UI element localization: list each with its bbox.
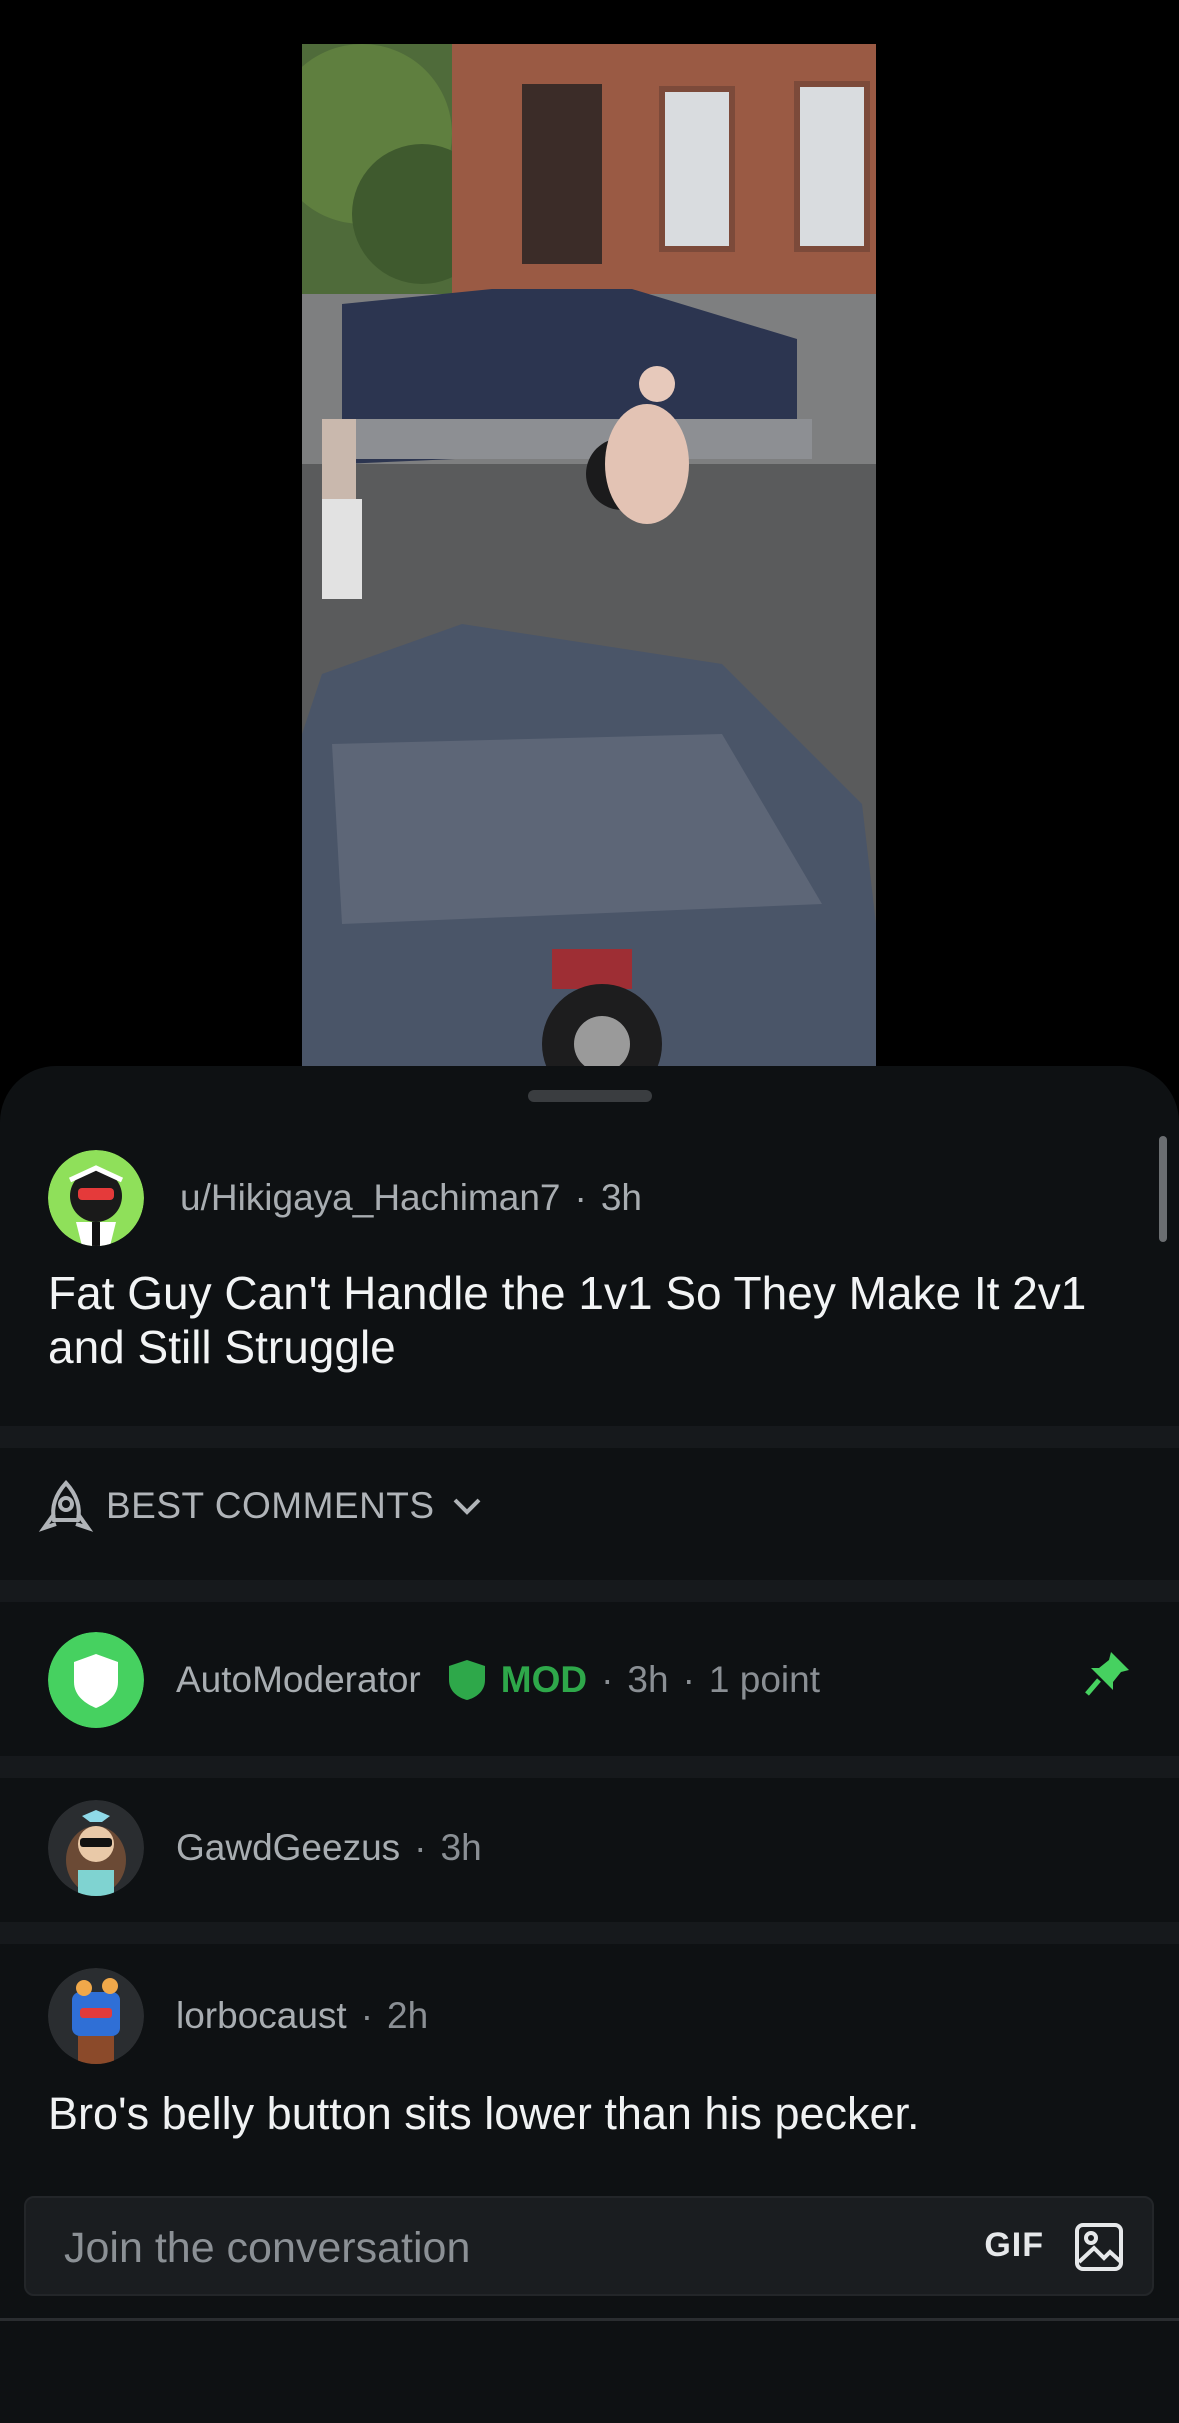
sheet-drag-handle[interactable] — [528, 1090, 652, 1102]
scrollbar[interactable] — [1159, 1136, 1167, 1242]
comment-time: 3h — [627, 1659, 669, 1700]
pin-icon[interactable] — [1085, 1650, 1131, 1696]
section-divider — [0, 1426, 1179, 1448]
separator-dot: · — [414, 1827, 427, 1868]
lorbocaust-avatar[interactable] — [48, 1968, 144, 2064]
comment-author[interactable]: AutoModerator — [176, 1659, 421, 1701]
comment-time: 2h — [387, 1995, 429, 2036]
post-title: Fat Guy Can't Handle the 1v1 So They Mak… — [48, 1267, 1087, 1373]
mod-badge-label: MOD — [500, 1659, 588, 1700]
bottom-divider — [0, 2318, 1179, 2321]
gif-button[interactable]: GIF — [984, 2226, 1044, 2265]
sort-label: BEST COMMENTS — [106, 1485, 435, 1526]
rocket-icon — [38, 1480, 94, 1532]
separator-dot: · — [574, 1177, 587, 1218]
comment-author[interactable]: GawdGeezus — [176, 1827, 400, 1869]
separator-dot: · — [360, 1995, 374, 2036]
comment-points: 1 point — [708, 1659, 820, 1700]
comment-time: 3h — [440, 1827, 482, 1868]
composer-placeholder[interactable]: Join the conversation — [64, 2224, 470, 2273]
post-author-avatar[interactable] — [48, 1150, 144, 1246]
video-player[interactable] — [302, 44, 876, 1066]
comment-header-gawdgeezus[interactable]: GawdGeezus · 3h — [48, 1800, 482, 1896]
post-time: 3h — [600, 1177, 642, 1218]
separator-dot: · — [601, 1659, 614, 1700]
automoderator-avatar[interactable] — [48, 1632, 144, 1728]
shield-icon — [448, 1660, 485, 1700]
image-icon[interactable] — [1074, 2222, 1124, 2272]
post-username[interactable]: u/Hikigaya_Hachiman7 — [180, 1177, 560, 1219]
section-divider — [0, 1922, 1179, 1944]
section-divider — [0, 1756, 1179, 1778]
comment-header-automoderator[interactable]: AutoModerator MOD · 3h · 1 point — [48, 1632, 820, 1728]
comment-body: Bro's belly button sits lower than his p… — [48, 2088, 920, 2139]
comment-author[interactable]: lorbocaust — [176, 1995, 347, 2037]
section-divider — [0, 1580, 1179, 1602]
gawdgeezus-avatar[interactable] — [48, 1800, 144, 1896]
comments-sheet: u/Hikigaya_Hachiman7 · 3h Fat Guy Can't … — [0, 1066, 1179, 2423]
comment-header-lorbocaust[interactable]: lorbocaust · 2h — [48, 1968, 428, 2064]
separator-dot: · — [682, 1659, 695, 1700]
comment-composer[interactable]: Join the conversation GIF — [24, 2196, 1154, 2296]
sort-selector[interactable]: BEST COMMENTS — [38, 1474, 497, 1538]
chevron-down-icon — [453, 1498, 480, 1515]
post-header: u/Hikigaya_Hachiman7 · 3h — [48, 1150, 642, 1246]
video-frame-image — [302, 44, 876, 1066]
